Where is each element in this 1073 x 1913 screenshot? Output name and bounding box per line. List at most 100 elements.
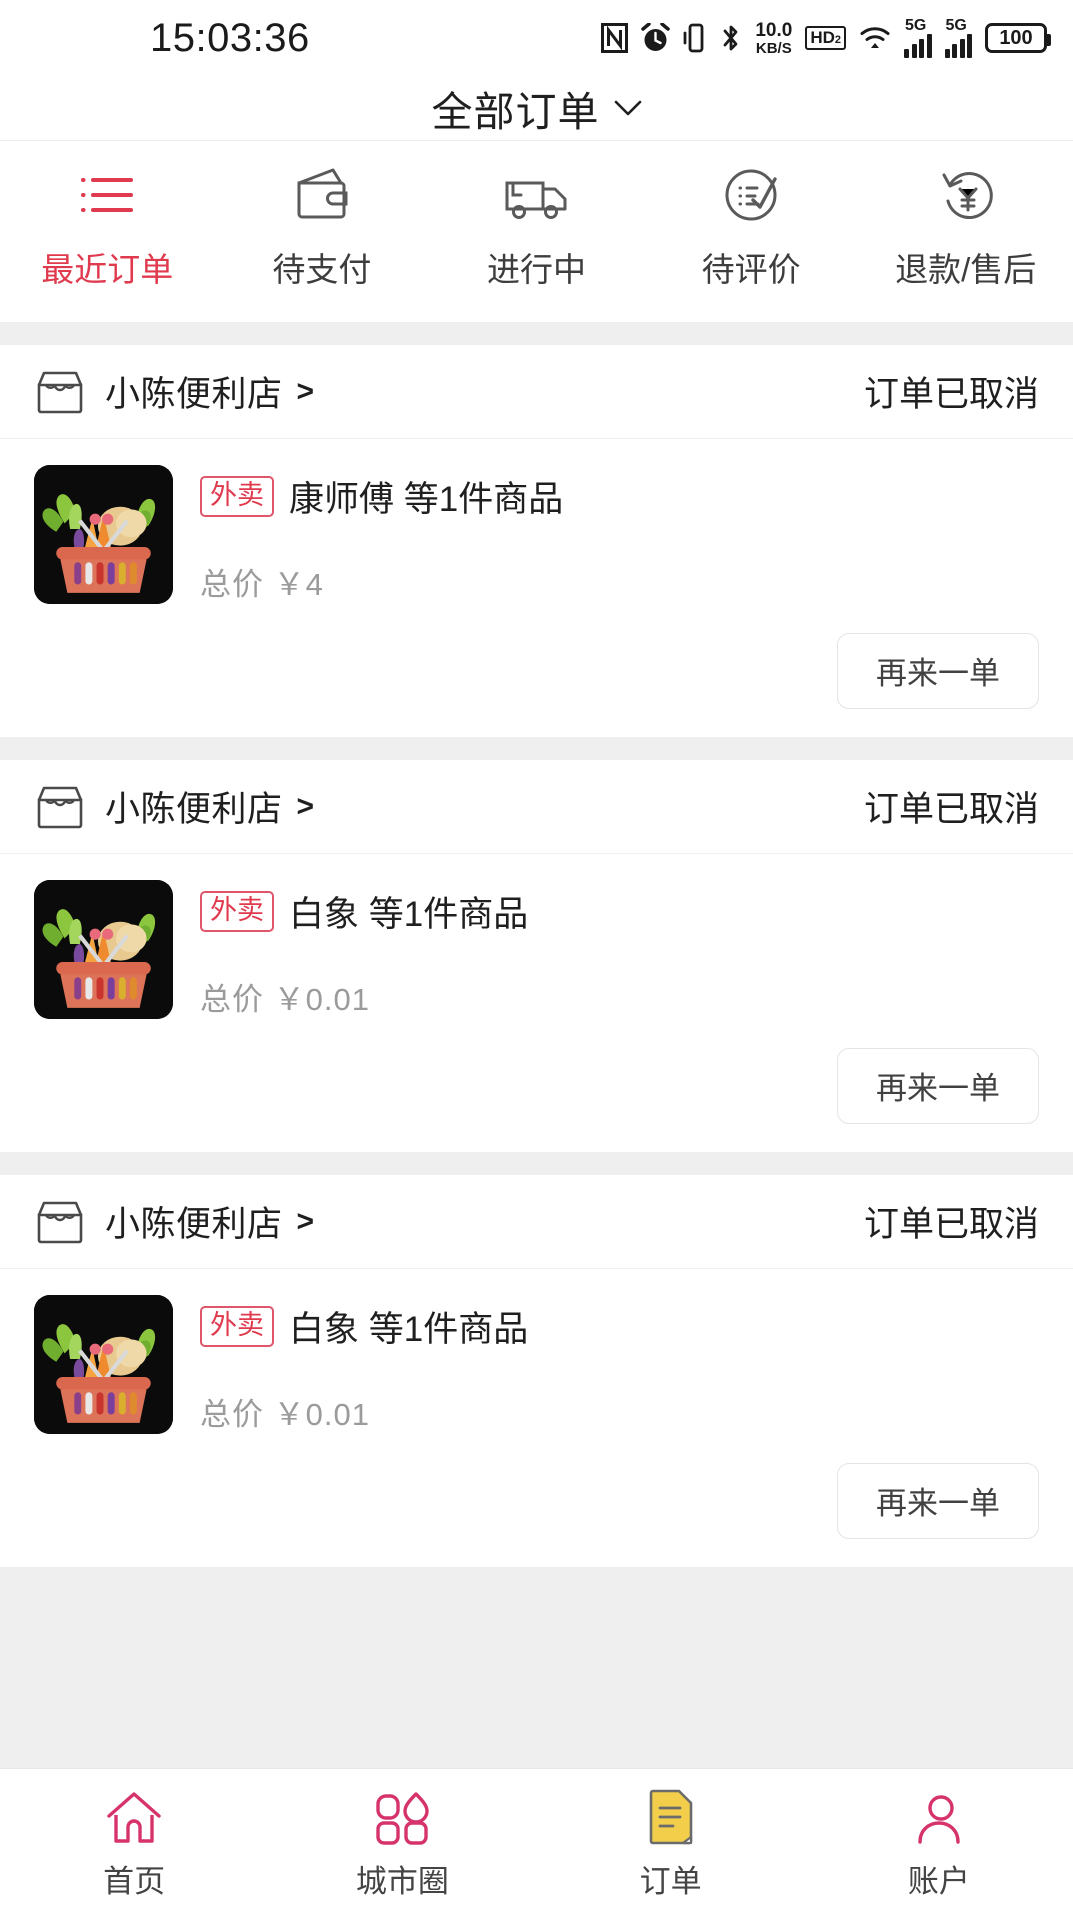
- signal2-bars: [944, 34, 972, 58]
- tab-label: 进行中: [486, 251, 586, 288]
- delivery-badge: 外卖: [200, 1305, 274, 1348]
- review-icon: [723, 166, 779, 224]
- price-value: ￥0.01: [273, 1397, 370, 1432]
- shop-icon: [34, 784, 86, 830]
- nav-item-account[interactable]: 账户: [805, 1788, 1073, 1901]
- vegetable-basket-image: [34, 1295, 173, 1434]
- reorder-button[interactable]: 再来一单: [837, 1047, 1039, 1124]
- wallet-icon: [293, 166, 351, 224]
- order-price: 总价 ￥0.01: [200, 1389, 1039, 1434]
- network-speed-indicator: 10.0 KB/S: [755, 21, 792, 56]
- nav-label: 账户: [907, 1864, 970, 1899]
- price-label: 总价: [200, 567, 264, 602]
- order-icon: [645, 1788, 697, 1846]
- nav-item-home[interactable]: 首页: [0, 1788, 268, 1901]
- order-card[interactable]: 小陈便利店 > 订单已取消: [0, 1175, 1073, 1567]
- truck-icon: [503, 166, 569, 224]
- home-icon: [103, 1788, 165, 1846]
- signal1-label: 5G: [905, 17, 927, 34]
- tab-pending-review[interactable]: 待评价: [644, 166, 859, 291]
- nav-item-orders[interactable]: 订单: [537, 1788, 805, 1901]
- shop-icon: [34, 1199, 86, 1245]
- tab-refund-aftersale[interactable]: 退款/售后: [858, 166, 1073, 291]
- product-thumbnail[interactable]: [34, 880, 173, 1019]
- alarm-icon: [641, 23, 671, 53]
- refund-icon: [938, 166, 994, 224]
- vibrate-icon: [683, 23, 707, 53]
- account-icon: [912, 1788, 966, 1846]
- order-card-text: 外卖 康师傅 等1件商品 总价 ￥4: [173, 465, 1039, 604]
- nav-label: 订单: [639, 1864, 702, 1899]
- list-icon: [79, 166, 135, 224]
- order-card-text: 外卖 白象 等1件商品 总价 ￥0.01: [173, 1295, 1039, 1434]
- chevron-down-icon[interactable]: [614, 100, 642, 117]
- page-title-bar[interactable]: 全部订单: [0, 76, 1073, 141]
- order-list[interactable]: 小陈便利店 > 订单已取消 外卖 康师傅 等1件商品 总价 ￥4 再来一单 小陈…: [0, 322, 1073, 1768]
- nav-item-city[interactable]: 城市圈: [268, 1788, 536, 1901]
- bottom-navigation-bar: 首页 城市圈 订单 账户: [0, 1768, 1073, 1913]
- tab-label: 待评价: [701, 251, 801, 288]
- battery-icon: 100: [985, 23, 1051, 53]
- reorder-button[interactable]: 再来一单: [837, 1462, 1039, 1539]
- order-status: 订单已取消: [863, 790, 1039, 829]
- shop-name: 小陈便利店: [105, 790, 283, 829]
- hd-sub: 2: [834, 34, 841, 47]
- order-card-footer: 再来一单: [0, 604, 1073, 737]
- product-line: 外卖 康师傅 等1件商品: [200, 471, 1039, 522]
- tab-label: 最近订单: [41, 251, 174, 288]
- order-card[interactable]: 小陈便利店 > 订单已取消: [0, 345, 1073, 737]
- order-card-body: 外卖 白象 等1件商品 总价 ￥0.01: [0, 1269, 1073, 1434]
- order-card-header[interactable]: 小陈便利店 > 订单已取消: [0, 345, 1073, 439]
- product-line: 外卖 白象 等1件商品: [200, 886, 1039, 937]
- nav-label: 城市圈: [355, 1864, 449, 1899]
- tab-in-progress[interactable]: 进行中: [429, 166, 644, 291]
- nfc-icon: [601, 23, 629, 53]
- signal-icon-sim2: 5G: [944, 18, 972, 58]
- order-card-footer: 再来一单: [0, 1019, 1073, 1152]
- order-card[interactable]: 小陈便利店 > 订单已取消: [0, 760, 1073, 1152]
- vegetable-basket-image: [34, 880, 173, 1019]
- list-section-divider: [0, 737, 1073, 760]
- list-bottom-spacer: [0, 1567, 1073, 1768]
- hd-label: HD: [810, 28, 835, 48]
- price-value: ￥4: [273, 567, 324, 602]
- product-name: 康师傅 等1件商品: [289, 480, 564, 519]
- product-thumbnail[interactable]: [34, 465, 173, 604]
- shop-icon: [34, 369, 86, 415]
- order-card-header[interactable]: 小陈便利店 > 订单已取消: [0, 760, 1073, 854]
- order-price: 总价 ￥0.01: [200, 974, 1039, 1019]
- order-card-body: 外卖 白象 等1件商品 总价 ￥0.01: [0, 854, 1073, 1019]
- tab-pending-payment[interactable]: 待支付: [215, 166, 430, 291]
- page-title: 全部订单: [431, 89, 600, 135]
- signal-icon-sim1: 5G: [904, 18, 932, 58]
- vegetable-basket-image: [34, 465, 173, 604]
- chevron-right-icon[interactable]: >: [297, 790, 315, 824]
- order-card-text: 外卖 白象 等1件商品 总价 ￥0.01: [173, 880, 1039, 1019]
- order-card-body: 外卖 康师傅 等1件商品 总价 ￥4: [0, 439, 1073, 604]
- price-value: ￥0.01: [273, 982, 370, 1017]
- battery-level: 100: [999, 26, 1033, 49]
- order-price: 总价 ￥4: [200, 559, 1039, 604]
- shop-name: 小陈便利店: [105, 375, 283, 414]
- reorder-button[interactable]: 再来一单: [837, 632, 1039, 709]
- hd-voice-icon: HD 2: [805, 26, 846, 50]
- product-name: 白象 等1件商品: [289, 1310, 529, 1349]
- chevron-right-icon[interactable]: >: [297, 375, 315, 409]
- network-speed-unit: KB/S: [755, 39, 792, 57]
- product-line: 外卖 白象 等1件商品: [200, 1301, 1039, 1352]
- tab-recent-orders[interactable]: 最近订单: [0, 166, 215, 291]
- order-card-header[interactable]: 小陈便利店 > 订单已取消: [0, 1175, 1073, 1269]
- product-thumbnail[interactable]: [34, 1295, 173, 1434]
- nav-label: 首页: [103, 1864, 166, 1899]
- shop-name: 小陈便利店: [105, 1205, 283, 1244]
- signal1-bars: [904, 34, 932, 58]
- order-status: 订单已取消: [863, 1205, 1039, 1244]
- status-bar-icons: 10.0 KB/S HD 2 5G 5G 100: [601, 18, 1051, 58]
- list-section-divider: [0, 1152, 1073, 1175]
- price-label: 总价: [200, 982, 264, 1017]
- order-status: 订单已取消: [863, 375, 1039, 414]
- wifi-icon: [859, 23, 891, 53]
- chevron-right-icon[interactable]: >: [297, 1205, 315, 1239]
- price-label: 总价: [200, 1397, 264, 1432]
- network-speed-value: 10.0: [755, 19, 793, 41]
